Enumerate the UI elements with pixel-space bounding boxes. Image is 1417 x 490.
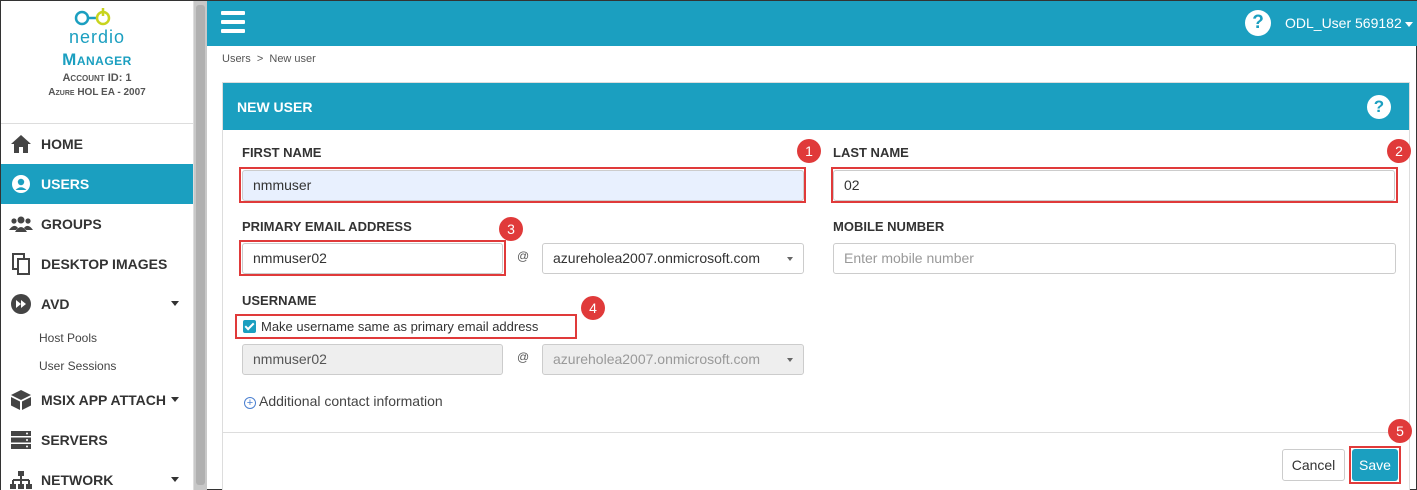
sidebar-subitem-user-sessions[interactable]: User Sessions bbox=[1, 352, 193, 380]
account-id: Account ID: 1 bbox=[62, 72, 132, 84]
network-icon bbox=[9, 469, 33, 490]
top-bar: ? ODL_User 569182 bbox=[207, 1, 1417, 46]
callout-box-4 bbox=[235, 314, 577, 339]
sidebar-item-label: HOME bbox=[41, 136, 83, 152]
sidebar-item-servers[interactable]: SERVERS bbox=[1, 420, 193, 460]
email-domain-value: azureholea2007.onmicrosoft.com bbox=[553, 250, 761, 266]
username-domain-select: azureholea2007.onmicrosoft.com bbox=[542, 344, 804, 375]
sidebar-item-label: GROUPS bbox=[41, 216, 102, 232]
primary-email-label: PRIMARY EMAIL ADDRESS bbox=[242, 219, 412, 234]
callout-box-5 bbox=[1349, 446, 1401, 484]
callout-badge-3: 3 bbox=[499, 217, 523, 241]
sidebar-subitem-host-pools[interactable]: Host Pools bbox=[1, 324, 193, 352]
sidebar-item-msix-app-attach[interactable]: MSIX APP ATTACH bbox=[1, 380, 193, 420]
chevron-down-icon bbox=[787, 257, 793, 261]
breadcrumb: Users > New user bbox=[222, 53, 316, 65]
sidebar-item-label: DESKTOP IMAGES bbox=[41, 256, 168, 272]
user-icon bbox=[9, 173, 33, 195]
panel-header: NEW USER ? bbox=[223, 83, 1409, 130]
sidebar-item-users[interactable]: USERS bbox=[1, 164, 193, 204]
help-icon[interactable]: ? bbox=[1245, 10, 1271, 36]
username-input: nmmuser02 bbox=[242, 344, 503, 375]
plus-circle-icon: + bbox=[244, 397, 256, 409]
sidebar-item-desktop-images[interactable]: DESKTOP IMAGES bbox=[1, 244, 193, 284]
additional-contact-link[interactable]: + Additional contact information bbox=[244, 393, 443, 409]
email-domain-select[interactable]: azureholea2007.onmicrosoft.com bbox=[542, 243, 804, 274]
chevron-down-icon bbox=[171, 301, 179, 306]
logo-text: nerdio bbox=[68, 27, 126, 47]
chevron-down-icon bbox=[171, 477, 179, 482]
sidebar-item-label: USERS bbox=[41, 176, 90, 192]
scrollbar-thumb[interactable] bbox=[196, 5, 205, 485]
package-icon bbox=[9, 389, 33, 411]
home-icon bbox=[9, 133, 33, 155]
caret-down-icon bbox=[1404, 21, 1413, 27]
first-name-label: FIRST NAME bbox=[242, 145, 322, 160]
groups-icon bbox=[9, 213, 33, 235]
mobile-number-input[interactable]: Enter mobile number bbox=[833, 243, 1396, 274]
last-name-label: LAST NAME bbox=[833, 145, 909, 160]
at-symbol: @ bbox=[517, 249, 530, 263]
avd-icon bbox=[9, 293, 33, 315]
account-name: Azure HOL EA - 2007 bbox=[48, 87, 146, 98]
hamburger-menu-icon[interactable] bbox=[221, 11, 245, 33]
brand-block: nerdio Manager Account ID: 1 Azure HOL E… bbox=[1, 1, 193, 124]
callout-box-1 bbox=[239, 167, 806, 203]
brand-title: Manager bbox=[62, 50, 132, 69]
sidebar-item-label: AVD bbox=[41, 296, 70, 312]
mobile-number-label: MOBILE NUMBER bbox=[833, 219, 945, 234]
user-menu[interactable]: ODL_User 569182 bbox=[1285, 15, 1413, 31]
new-user-panel: NEW USER ? FIRST NAME nmmuser 1 LAST NAM… bbox=[222, 82, 1412, 490]
callout-badge-1: 1 bbox=[797, 139, 821, 163]
additional-contact-label: Additional contact information bbox=[259, 393, 443, 409]
chevron-down-icon bbox=[171, 397, 179, 402]
sidebar-item-avd[interactable]: AVD bbox=[1, 284, 193, 324]
callout-box-2 bbox=[831, 167, 1398, 203]
help-icon[interactable]: ? bbox=[1367, 95, 1391, 119]
callout-badge-4: 4 bbox=[581, 296, 605, 320]
panel-title: NEW USER bbox=[237, 99, 313, 115]
sidebar-item-label: SERVERS bbox=[41, 432, 108, 448]
sidebar-item-home[interactable]: HOME bbox=[1, 124, 193, 164]
nerdio-logo-icon bbox=[72, 5, 122, 29]
chevron-down-icon bbox=[787, 358, 793, 362]
sidebar: nerdio Manager Account ID: 1 Azure HOL E… bbox=[1, 1, 194, 490]
sidebar-scrollbar[interactable] bbox=[194, 1, 207, 490]
sidebar-item-label: MSIX APP ATTACH bbox=[41, 392, 166, 408]
sidebar-item-groups[interactable]: GROUPS bbox=[1, 204, 193, 244]
cancel-button[interactable]: Cancel bbox=[1282, 449, 1345, 481]
user-menu-label: ODL_User 569182 bbox=[1285, 15, 1402, 31]
server-icon bbox=[9, 429, 33, 451]
callout-badge-2: 2 bbox=[1387, 139, 1411, 163]
at-symbol: @ bbox=[517, 350, 530, 364]
callout-box-3 bbox=[239, 240, 506, 276]
username-domain-value: azureholea2007.onmicrosoft.com bbox=[553, 351, 761, 367]
sidebar-item-label: NETWORK bbox=[41, 472, 114, 488]
copy-icon bbox=[9, 253, 33, 275]
callout-badge-5: 5 bbox=[1388, 419, 1412, 443]
footer-divider bbox=[223, 432, 1409, 433]
sidebar-item-network[interactable]: NETWORK bbox=[1, 460, 193, 490]
username-label: USERNAME bbox=[242, 293, 317, 308]
